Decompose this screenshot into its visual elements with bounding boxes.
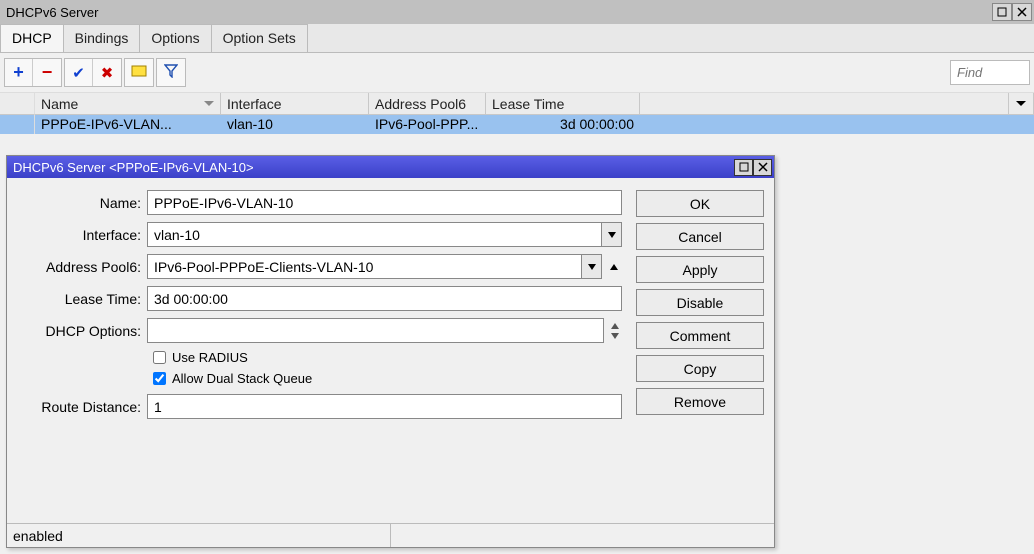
remove-button[interactable]: Remove — [636, 388, 764, 415]
filter-button[interactable] — [157, 59, 185, 86]
form-column: Name: Interface: Address Pool6: L — [17, 190, 622, 523]
edit-dialog: DHCPv6 Server <PPPoE-IPv6-VLAN-10> Name:… — [6, 155, 775, 548]
comment-button[interactable] — [125, 59, 153, 86]
col-spacer — [640, 93, 1009, 115]
dialog-close-icon[interactable] — [753, 159, 772, 176]
main-title: DHCPv6 Server — [6, 5, 98, 20]
options-field[interactable] — [147, 318, 604, 343]
lease-field[interactable] — [147, 286, 622, 311]
cell-name: PPPoE-IPv6-VLAN... — [35, 115, 221, 134]
options-spinner-up[interactable] — [608, 321, 622, 331]
main-tabs: DHCP Bindings Options Option Sets — [0, 24, 1034, 53]
cross-icon: ✖ — [101, 64, 114, 82]
tab-bindings[interactable]: Bindings — [63, 24, 141, 52]
disable-button[interactable]: Disable — [636, 289, 764, 316]
toolbar-group-2: ✔ ✖ — [64, 58, 122, 87]
col-lease[interactable]: Lease Time — [486, 93, 640, 115]
remove-button[interactable]: − — [33, 59, 61, 86]
status-empty — [391, 524, 774, 547]
pool-field[interactable] — [147, 254, 582, 279]
options-spinner — [608, 321, 622, 341]
find-input[interactable] — [950, 60, 1030, 85]
route-field[interactable] — [147, 394, 622, 419]
name-field[interactable] — [147, 190, 622, 215]
main-titlebar-buttons — [992, 3, 1032, 21]
chevron-up-icon — [611, 323, 619, 329]
comment-button[interactable]: Comment — [636, 322, 764, 349]
check-icon: ✔ — [72, 64, 85, 82]
pool-label: Address Pool6: — [17, 259, 147, 275]
apply-button[interactable]: Apply — [636, 256, 764, 283]
cell-pool: IPv6-Pool-PPP... — [369, 115, 486, 134]
interface-label: Interface: — [17, 227, 147, 243]
table-row[interactable]: PPPoE-IPv6-VLAN... vlan-10 IPv6-Pool-PPP… — [0, 115, 1034, 134]
dialog-title: DHCPv6 Server <PPPoE-IPv6-VLAN-10> — [13, 160, 254, 175]
allow-dual-label: Allow Dual Stack Queue — [172, 371, 312, 386]
note-icon — [131, 64, 147, 81]
minimize-icon[interactable] — [992, 3, 1012, 21]
toolbar-group-3 — [124, 58, 154, 87]
interface-dropdown-button[interactable] — [602, 222, 622, 247]
ok-button[interactable]: OK — [636, 190, 764, 217]
allow-dual-checkbox[interactable] — [153, 372, 166, 385]
plus-icon: + — [13, 62, 24, 83]
options-label: DHCP Options: — [17, 323, 147, 339]
button-column: OK Cancel Apply Disable Comment Copy Rem… — [636, 190, 764, 523]
route-label: Route Distance: — [17, 399, 147, 415]
col-indicator[interactable] — [0, 93, 35, 115]
dialog-titlebar: DHCPv6 Server <PPPoE-IPv6-VLAN-10> — [7, 156, 774, 178]
col-menu-button[interactable] — [1009, 93, 1034, 115]
funnel-icon — [164, 64, 178, 82]
lease-label: Lease Time: — [17, 291, 147, 307]
table-header: Name Interface Address Pool6 Lease Time — [0, 93, 1034, 115]
toolbar-group-1: + − — [4, 58, 62, 87]
dialog-statusbar: enabled — [7, 523, 774, 547]
options-spinner-down[interactable] — [608, 331, 622, 341]
use-radius-checkbox[interactable] — [153, 351, 166, 364]
tab-dhcp[interactable]: DHCP — [0, 24, 64, 52]
main-toolbar: + − ✔ ✖ — [0, 53, 1034, 92]
dialog-minimize-icon[interactable] — [734, 159, 753, 176]
enable-button[interactable]: ✔ — [65, 59, 93, 86]
pool-dropdown-button[interactable] — [582, 254, 602, 279]
dialog-body: Name: Interface: Address Pool6: L — [7, 178, 774, 523]
name-label: Name: — [17, 195, 147, 211]
copy-button[interactable]: Copy — [636, 355, 764, 382]
add-button[interactable]: + — [5, 59, 33, 86]
status-enabled: enabled — [7, 524, 391, 547]
cell-interface: vlan-10 — [221, 115, 369, 134]
minus-icon: − — [42, 62, 53, 83]
chevron-down-icon — [588, 264, 596, 270]
close-icon[interactable] — [1012, 3, 1032, 21]
col-name[interactable]: Name — [35, 93, 221, 115]
chevron-down-icon — [611, 333, 619, 339]
col-pool[interactable]: Address Pool6 — [369, 93, 486, 115]
chevron-up-icon — [610, 264, 618, 270]
interface-field[interactable] — [147, 222, 602, 247]
col-interface[interactable]: Interface — [221, 93, 369, 115]
use-radius-label: Use RADIUS — [172, 350, 248, 365]
tab-option-sets[interactable]: Option Sets — [211, 24, 308, 52]
tab-options[interactable]: Options — [139, 24, 211, 52]
cancel-button[interactable]: Cancel — [636, 223, 764, 250]
main-titlebar: DHCPv6 Server — [0, 0, 1034, 24]
chevron-down-icon — [608, 232, 616, 238]
cell-lease: 3d 00:00:00 — [486, 115, 640, 134]
toolbar-group-4 — [156, 58, 186, 87]
disable-button[interactable]: ✖ — [93, 59, 121, 86]
pool-collapse-button[interactable] — [606, 254, 622, 279]
